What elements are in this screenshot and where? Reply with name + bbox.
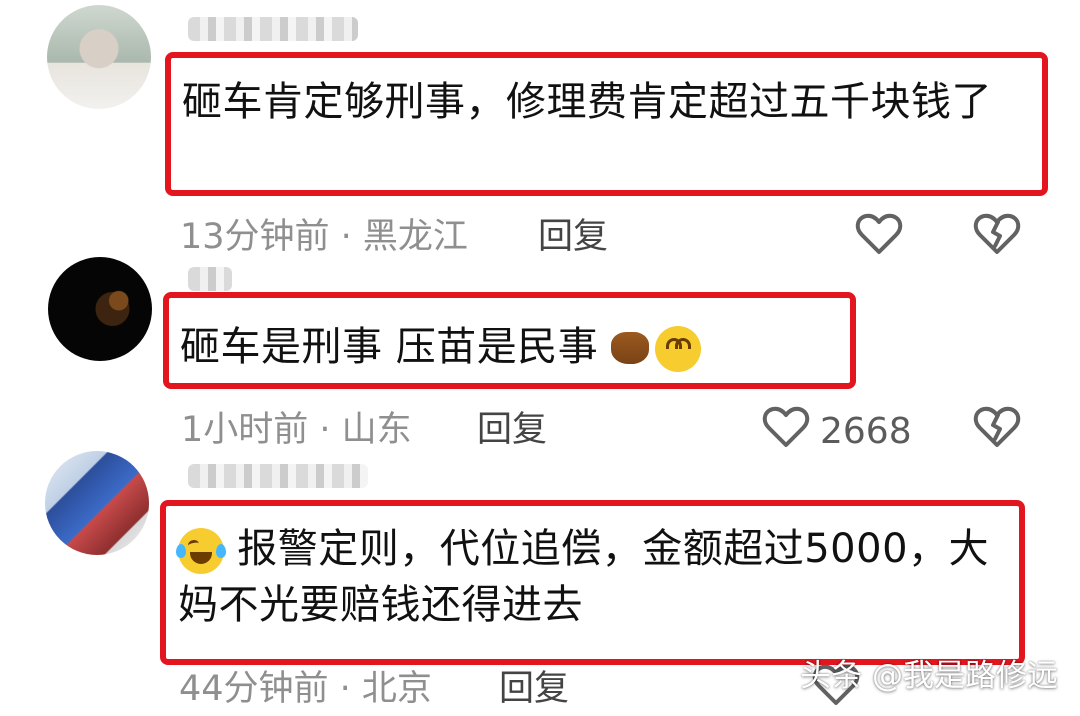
- comment-text: 砸车是刑事 压苗是民事: [180, 324, 599, 370]
- like-count: 2668: [820, 410, 912, 452]
- comment-time-location: 44分钟前 · 北京: [179, 669, 432, 709]
- reply-button[interactable]: 回复: [538, 217, 608, 257]
- poop-emoji-icon: [611, 332, 650, 364]
- laughing-tears-emoji-icon: [176, 528, 226, 574]
- comment-time-location: 1小时前 · 山东: [181, 410, 412, 450]
- comment-text-container: 报警定则，代位追偿，金额超过5000，大妈不光要赔钱还得进去: [176, 521, 998, 633]
- comment-1: 砸车肯定够刑事，修理费肯定超过五千块钱了 13分钟前 · 黑龙江 回复: [0, 0, 1080, 260]
- comment-text-container: 砸车是刑事 压苗是民事: [180, 319, 800, 375]
- reply-button[interactable]: 回复: [477, 410, 547, 450]
- comment-text: 砸车肯定够刑事，修理费肯定超过五千块钱了: [182, 79, 992, 125]
- reply-button[interactable]: 回复: [499, 669, 569, 709]
- comment-time-location: 13分钟前 · 黑龙江: [180, 217, 468, 257]
- commenter-name-blurred[interactable]: [188, 17, 358, 41]
- commenter-avatar[interactable]: [45, 451, 149, 555]
- commenter-avatar[interactable]: [48, 257, 152, 361]
- commenter-avatar[interactable]: [47, 5, 151, 109]
- comment-text: 报警定则，代位追偿，金额超过5000，大妈不光要赔钱还得进去: [178, 526, 990, 628]
- commenter-name-blurred[interactable]: [188, 267, 232, 291]
- eye-roll-emoji-icon: [654, 326, 701, 372]
- watermark: 头条 @我是路修远: [800, 658, 1058, 694]
- comment-2: 砸车是刑事 压苗是民事 1小时前 · 山东 回复 2668: [0, 257, 1080, 457]
- commenter-name-blurred[interactable]: [188, 464, 368, 488]
